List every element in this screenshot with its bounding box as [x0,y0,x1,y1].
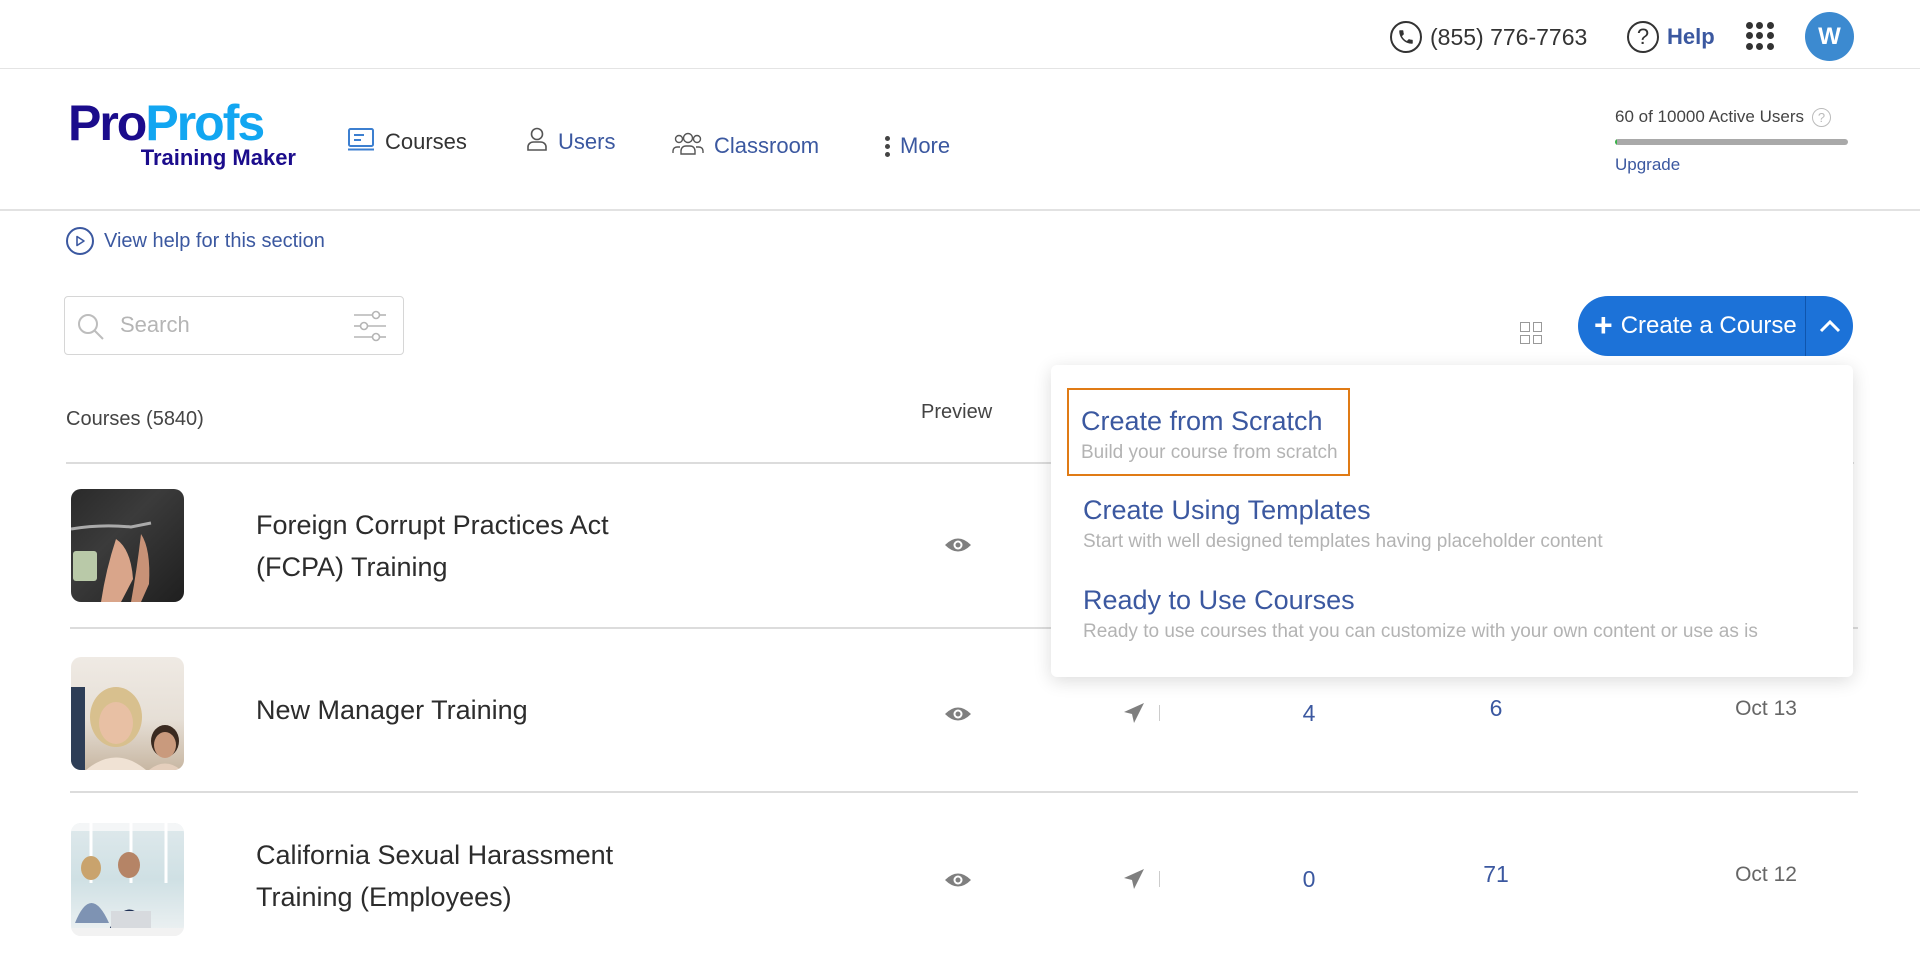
table-row: California Sexual Harassment Training (E… [66,793,1854,959]
course-title[interactable]: Foreign Corrupt Practices Act (FCPA) Tra… [256,504,676,588]
search-box [64,296,404,355]
proprofs-logo[interactable]: ProProfs Training Maker [68,98,298,171]
menu-item-create-from-scratch[interactable]: Create from Scratch Build your course fr… [1067,388,1350,476]
course-icon [347,127,375,157]
search-icon [75,311,107,348]
course-title[interactable]: New Manager Training [256,689,676,731]
course-count-b[interactable]: 71 [1466,861,1526,888]
main-navbar: ProProfs Training Maker Courses Users Cl… [0,69,1920,211]
phone-contact[interactable]: (855) 776-7763 [1390,18,1587,56]
course-date: Oct 12 [1735,863,1797,886]
active-users-progress-fill [1615,139,1617,145]
create-course-dropdown-toggle[interactable] [1805,296,1853,356]
user-avatar[interactable]: W [1805,12,1854,61]
nav-classroom-label: Classroom [714,133,820,158]
filter-sliders-icon[interactable] [353,309,387,348]
active-users-text: 60 of 10000 Active Users [1615,107,1805,126]
active-users-progress [1615,139,1848,145]
view-help-label: View help for this section [104,229,325,252]
logo-brand-part1: Pro [68,95,147,151]
course-count-a[interactable]: 0 [1279,866,1339,893]
course-title[interactable]: California Sexual Harassment Training (E… [256,834,676,918]
nav-users[interactable]: Users [526,125,615,159]
view-help-link[interactable]: View help for this section [66,227,325,255]
help-link[interactable]: ? Help [1627,18,1715,56]
create-course-menu: Create from Scratch Build your course fr… [1051,365,1853,677]
menu-item-title: Ready to Use Courses [1083,585,1355,615]
menu-item-description: Ready to use courses that you can custom… [1083,621,1758,642]
nav-more[interactable]: More [885,129,950,163]
nav-classroom[interactable]: Classroom [672,129,819,163]
nav-courses-label: Courses [385,129,467,154]
active-users-panel: 60 of 10000 Active Users ? Upgrade [1615,107,1850,175]
menu-item-description: Build your course from scratch [1081,442,1338,463]
send-paper-plane-icon[interactable] [1122,701,1146,730]
play-circle-icon [66,227,94,255]
question-circle-icon: ? [1627,21,1659,53]
search-input[interactable] [120,307,340,343]
plus-icon: + [1594,306,1613,343]
phone-icon [1390,21,1422,53]
menu-item-create-using-templates[interactable]: Create Using Templates Start with well d… [1083,493,1603,555]
send-paper-plane-icon[interactable] [1122,867,1146,896]
course-thumbnail[interactable] [71,823,184,936]
nav-users-label: Users [558,129,616,154]
grid-view-icon[interactable] [1520,322,1542,344]
course-date: Oct 13 [1735,697,1797,720]
course-thumbnail[interactable] [71,657,184,770]
apps-grid-icon[interactable] [1746,22,1774,50]
group-icon [672,131,704,161]
menu-item-ready-to-use-courses[interactable]: Ready to Use Courses Ready to use course… [1083,583,1758,645]
create-course-button-group: + Create a Course [1578,296,1853,356]
column-header-preview: Preview [921,401,993,423]
upgrade-link[interactable]: Upgrade [1615,155,1680,175]
help-label: Help [1667,24,1715,49]
eye-icon[interactable] [944,536,972,559]
user-icon [526,127,548,157]
create-course-label: Create a Course [1620,312,1797,339]
top-utility-bar: (855) 776-7763 ? Help W [0,0,1920,69]
nav-courses[interactable]: Courses [347,125,467,159]
course-count-a[interactable]: 4 [1279,700,1339,727]
action-separator [1159,871,1160,887]
menu-item-title: Create from Scratch [1081,406,1323,436]
logo-brand-part2: Profs [145,95,265,151]
avatar-initial: W [1818,22,1841,50]
nav-more-label: More [900,133,951,158]
eye-icon[interactable] [944,871,972,894]
eye-icon[interactable] [944,705,972,728]
menu-item-title: Create Using Templates [1083,495,1371,525]
vertical-dots-icon [885,135,890,157]
menu-item-description: Start with well designed templates havin… [1083,531,1603,552]
chevron-up-icon [1819,319,1840,333]
question-circle-icon[interactable]: ? [1812,107,1832,127]
courses-count-title: Courses (5840) [66,408,204,430]
phone-number: (855) 776-7763 [1430,23,1588,50]
course-thumbnail[interactable] [71,489,184,602]
action-separator [1159,705,1160,721]
course-count-b[interactable]: 6 [1466,695,1526,722]
create-course-button[interactable]: + Create a Course [1578,296,1805,356]
